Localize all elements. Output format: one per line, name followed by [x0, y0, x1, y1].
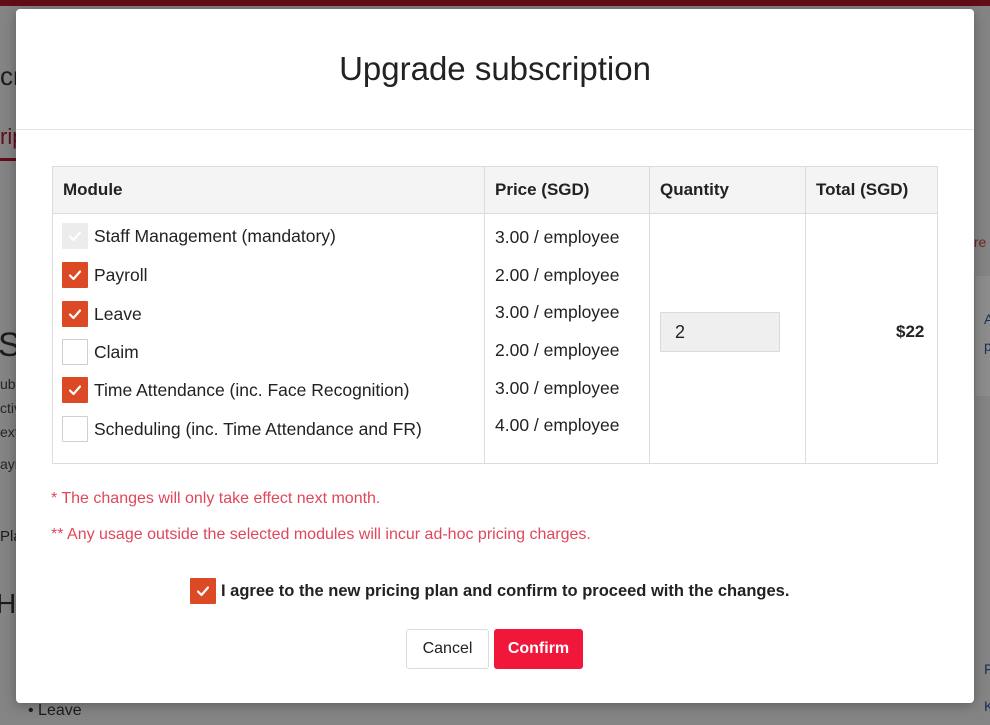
- module-price: 2.00 / employee: [495, 340, 620, 360]
- checkbox-leave[interactable]: [62, 301, 88, 327]
- modules-table: Module Price (SGD) Quantity Total (SGD) …: [52, 166, 938, 464]
- module-label: Scheduling (inc. Time Attendance and FR): [94, 418, 422, 439]
- checkbox-time-attendance[interactable]: [62, 377, 88, 403]
- module-row-scheduling: Scheduling (inc. Time Attendance and FR): [62, 415, 422, 443]
- module-row-time-attendance: Time Attendance (inc. Face Recognition): [62, 376, 409, 404]
- note-effective-next-month: * The changes will only take effect next…: [51, 490, 381, 507]
- upgrade-subscription-dialog: Upgrade subscription Module Price (SGD) …: [16, 9, 974, 703]
- column-divider: [484, 167, 485, 463]
- checkbox-scheduling[interactable]: [62, 416, 88, 442]
- module-price: 3.00 / employee: [495, 378, 620, 398]
- quantity-input[interactable]: [660, 312, 780, 352]
- check-icon: [68, 385, 82, 396]
- check-icon: [68, 309, 82, 320]
- module-price: 4.00 / employee: [495, 415, 620, 435]
- check-icon: [68, 270, 82, 281]
- agree-checkbox[interactable]: [190, 578, 216, 604]
- check-icon: [68, 231, 82, 242]
- header-module: Module: [63, 180, 123, 199]
- agree-label[interactable]: I agree to the new pricing plan and conf…: [221, 582, 789, 601]
- module-price: 2.00 / employee: [495, 265, 620, 285]
- note-adhoc-charges: ** Any usage outside the selected module…: [51, 526, 591, 543]
- module-label: Payroll: [94, 264, 148, 285]
- header-total: Total (SGD): [816, 180, 909, 199]
- module-price: 3.00 / employee: [495, 302, 620, 322]
- module-price: 3.00 / employee: [495, 227, 620, 247]
- module-row-claim: Claim: [62, 338, 139, 366]
- module-label: Claim: [94, 341, 139, 362]
- dialog-header: Upgrade subscription: [16, 9, 974, 130]
- column-divider: [649, 167, 650, 463]
- header-quantity: Quantity: [660, 180, 729, 199]
- cancel-button[interactable]: Cancel: [406, 629, 489, 669]
- module-label: Time Attendance (inc. Face Recognition): [94, 379, 410, 400]
- module-row-payroll: Payroll: [62, 261, 148, 289]
- agree-row: I agree to the new pricing plan and conf…: [190, 578, 789, 604]
- column-divider: [805, 167, 806, 463]
- checkbox-payroll[interactable]: [62, 262, 88, 288]
- total-amount: $22: [896, 322, 925, 341]
- module-label: Staff Management (mandatory): [94, 225, 336, 246]
- module-row-leave: Leave: [62, 300, 142, 328]
- confirm-button[interactable]: Confirm: [494, 629, 583, 669]
- module-label: Leave: [94, 303, 142, 324]
- header-price: Price (SGD): [495, 180, 590, 199]
- module-row-staff-management: Staff Management (mandatory): [62, 222, 336, 250]
- checkbox-claim[interactable]: [62, 339, 88, 365]
- check-icon: [196, 586, 210, 597]
- checkbox-staff-management[interactable]: [62, 223, 88, 249]
- dialog-title: Upgrade subscription: [339, 50, 651, 87]
